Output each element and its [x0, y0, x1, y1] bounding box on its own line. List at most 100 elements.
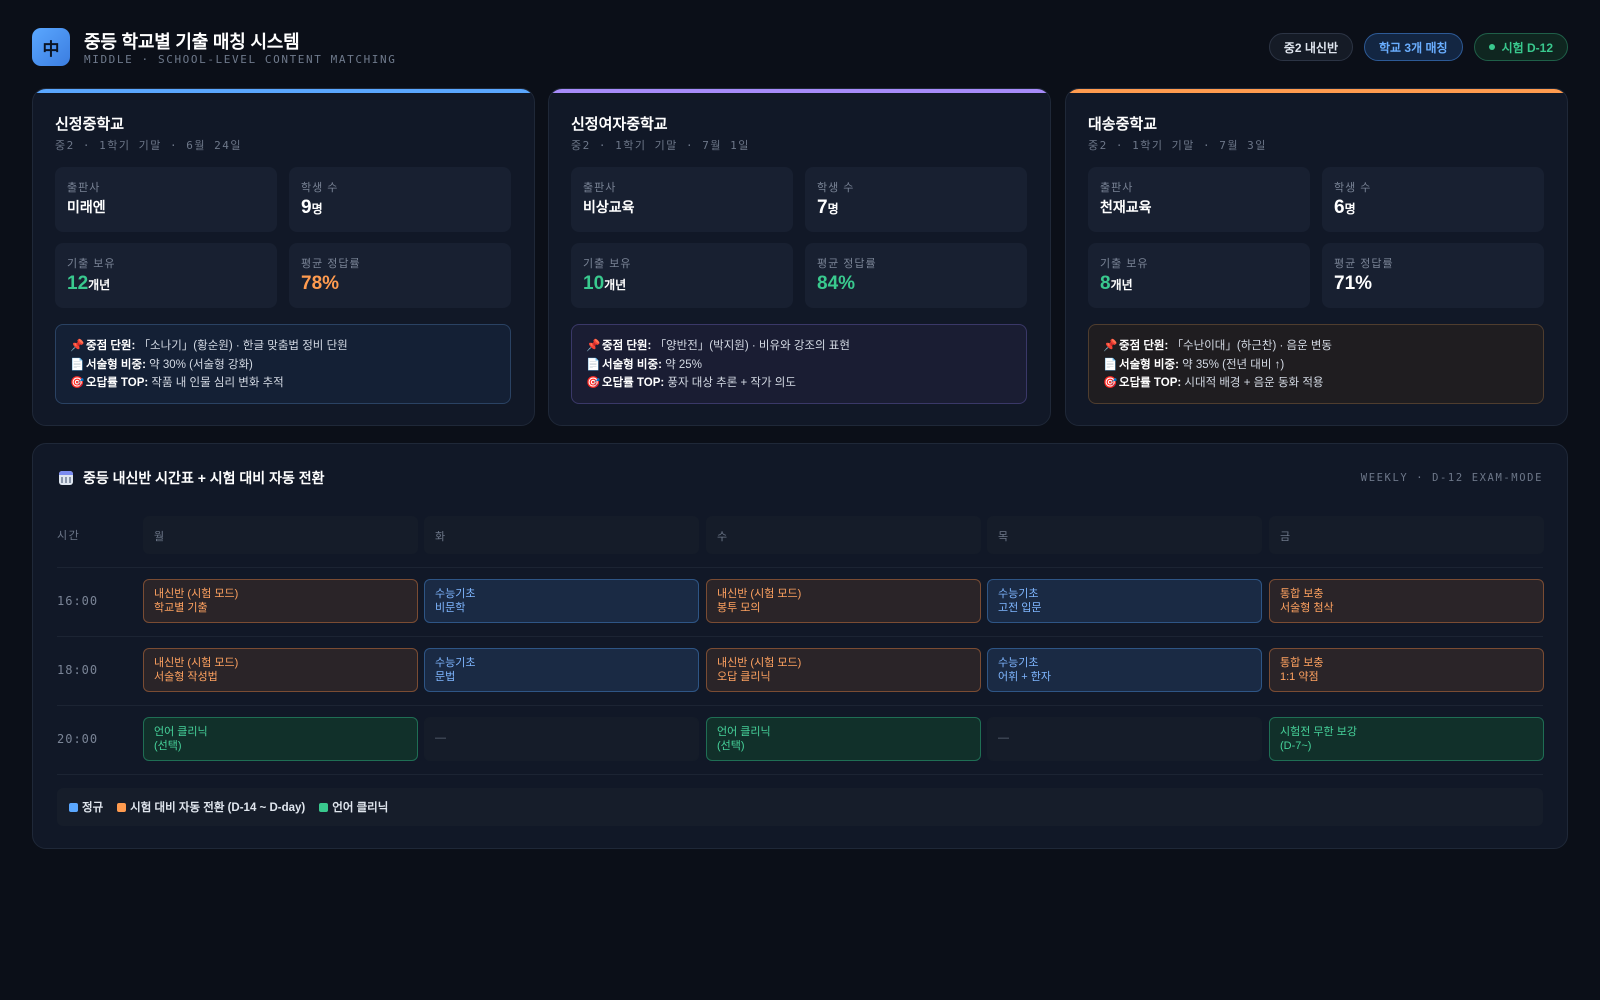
- past-exams-stat: 기출 보유 8개년: [1088, 243, 1310, 308]
- exam-meta: 중2 · 1학기 기말 · 6월 24일: [55, 139, 242, 152]
- class-slot-regular[interactable]: 수능기초 문법: [424, 648, 699, 692]
- exam-countdown-pill[interactable]: 시험 D-12: [1473, 33, 1568, 61]
- school-card[interactable]: 대송중학교 중2 · 1학기 기말 · 7월 3일 출판사 천재교육 학생 수 …: [1065, 88, 1568, 426]
- accuracy-unit: %: [322, 273, 340, 294]
- accuracy-stat: 평균 정답률 78%: [289, 243, 511, 308]
- class-slot-regular[interactable]: 수능기초 고전 입문: [987, 579, 1262, 623]
- stat-label: 학생 수: [817, 182, 855, 194]
- time-label: 16:00: [57, 594, 99, 608]
- stat-label: 출판사: [67, 182, 101, 194]
- accuracy-value: 71%: [1334, 273, 1372, 295]
- empty-slot: —: [987, 717, 1262, 761]
- day-header: 수: [706, 516, 981, 554]
- publisher-stat: 출판사 천재교육: [1088, 167, 1310, 232]
- class-slot-exam[interactable]: 통합 보충 서술형 첨삭: [1269, 579, 1544, 623]
- exam-meta: 중2 · 1학기 기말 · 7월 3일: [1088, 139, 1267, 152]
- slot-detail: 비문학: [435, 601, 466, 614]
- slot-detail: (선택): [717, 739, 745, 752]
- match-pill[interactable]: 학교 3개 매칭: [1364, 33, 1463, 61]
- slot-title: 내신반 (시험 모드): [717, 588, 802, 600]
- class-slot-clinic[interactable]: 언어 클리닉 (선택): [143, 717, 418, 761]
- timetable-panel: 중등 내신반 시간표 + 시험 대비 자동 전환 WEEKLY · D-12 E…: [32, 443, 1568, 849]
- slot-detail: (선택): [154, 739, 182, 752]
- class-slot-exam[interactable]: 통합 보충 1:1 약점: [1269, 648, 1544, 692]
- school-notes: 📌 중점 단원: 「양반전」(박지원) · 비유와 강조의 표현 📄 서술형 비중:…: [571, 324, 1027, 404]
- slot-detail: 고전 입문: [998, 601, 1042, 614]
- slot-detail: 오답 클리닉: [717, 670, 771, 683]
- wrong-text: 작품 내 인물 심리 변화 추적: [151, 377, 284, 389]
- focus-text: 「수난이대」(하근찬) · 음운 변동: [1171, 340, 1333, 352]
- status-pills: 중2 내신반 학교 3개 매칭 시험 D-12: [1268, 33, 1568, 61]
- school-cards: 신정중학교 중2 · 1학기 기말 · 6월 24일 출판사 미래엔 학생 수 …: [32, 88, 1568, 426]
- class-slot-exam[interactable]: 내신반 (시험 모드) 학교별 기출: [143, 579, 418, 623]
- stat-label: 기출 보유: [1100, 258, 1149, 270]
- timetable-legend: 정규 시험 대비 자동 전환 (D-14 ~ D-day) 언어 클리닉: [57, 788, 1543, 826]
- stat-label: 평균 정답률: [1334, 258, 1394, 270]
- app-header: 中 중등 학교별 기출 매칭 시스템 MIDDLE · SCHOOL-LEVEL…: [32, 28, 1568, 68]
- essay-text: 약 35% (전년 대비 ↑): [1182, 358, 1285, 371]
- accuracy-number: 84: [817, 273, 839, 294]
- class-slot-clinic[interactable]: 언어 클리닉 (선택): [706, 717, 981, 761]
- stat-label: 출판사: [583, 182, 617, 194]
- timetable-title: 중등 내신반 시간표 + 시험 대비 자동 전환: [59, 468, 324, 488]
- students-number: 6: [1334, 197, 1345, 218]
- slot-title: 통합 보충: [1280, 657, 1324, 669]
- accuracy-value: 84%: [817, 273, 855, 295]
- stat-label: 학생 수: [301, 182, 339, 194]
- legend-label: 정규: [82, 802, 104, 814]
- students-number: 7: [817, 197, 828, 218]
- essay-text: 약 30% (서술형 강화): [149, 358, 253, 371]
- essay-label: 서술형 비중:: [1119, 358, 1179, 371]
- publisher-value: 천재교육: [1100, 199, 1152, 215]
- stat-label: 기출 보유: [67, 258, 116, 270]
- stat-label: 출판사: [1100, 182, 1134, 194]
- day-header: 월: [143, 516, 418, 554]
- card-accent-bar: [33, 89, 534, 93]
- document-icon: 📄: [1103, 358, 1118, 371]
- slot-title: 통합 보충: [1280, 588, 1324, 600]
- legend-swatch: [69, 802, 78, 812]
- legend-item-clinic: 언어 클리닉: [319, 799, 388, 815]
- slot-detail: (D-7~): [1280, 739, 1312, 752]
- past-exams-value: 12개년: [67, 273, 110, 295]
- class-slot-exam[interactable]: 내신반 (시험 모드) 오답 클리닉: [706, 648, 981, 692]
- slot-detail: 서술형 첨삭: [1280, 601, 1334, 614]
- document-icon: 📄: [586, 358, 601, 371]
- students-value: 7명: [817, 197, 839, 219]
- students-stat: 학생 수 6명: [1322, 167, 1544, 232]
- class-slot-clinic[interactable]: 시험전 무한 보강 (D-7~): [1269, 717, 1544, 761]
- slot-detail: 1:1 약점: [1280, 670, 1319, 683]
- school-card[interactable]: 신정중학교 중2 · 1학기 기말 · 6월 24일 출판사 미래엔 학생 수 …: [32, 88, 535, 426]
- slot-title: 언어 클리닉: [717, 726, 771, 738]
- focus-label: 중점 단원:: [86, 340, 136, 352]
- publisher-value: 미래엔: [67, 199, 106, 215]
- time-label: 20:00: [57, 732, 99, 746]
- legend-label: 언어 클리닉: [332, 802, 389, 814]
- exam-pill-label: 시험 D-12: [1501, 40, 1553, 55]
- slot-detail: 봉투 모의: [717, 601, 761, 614]
- class-slot-regular[interactable]: 수능기초 어휘 + 한자: [987, 648, 1262, 692]
- class-slot-exam[interactable]: 내신반 (시험 모드) 서술형 작성법: [143, 648, 418, 692]
- match-pill-label: 학교 3개 매칭: [1379, 40, 1448, 55]
- slot-detail: 문법: [435, 670, 456, 683]
- class-slot-exam[interactable]: 내신반 (시험 모드) 봉투 모의: [706, 579, 981, 623]
- accuracy-unit: %: [1355, 273, 1373, 294]
- school-card[interactable]: 신정여자중학교 중2 · 1학기 기말 · 7월 1일 출판사 비상교육 학생 …: [548, 88, 1051, 426]
- row-divider: [57, 636, 1543, 637]
- school-notes: 📌 중점 단원: 「소나기」(황순원) · 한글 맞춤법 정비 단원 📄 서술형 비…: [55, 324, 511, 404]
- grade-pill-label: 중2 내신반: [1283, 40, 1339, 55]
- pin-icon: 📌: [70, 340, 85, 352]
- slot-title: 수능기초: [435, 588, 476, 600]
- school-name: 신정여자중학교: [571, 116, 668, 133]
- slot-detail: 어휘 + 한자: [998, 670, 1052, 683]
- time-label: 18:00: [57, 663, 99, 677]
- status-dot-icon: [1488, 44, 1495, 50]
- class-slot-regular[interactable]: 수능기초 비문학: [424, 579, 699, 623]
- students-number: 9: [301, 197, 312, 218]
- past-exams-unit: 개년: [1110, 278, 1133, 292]
- exam-meta: 중2 · 1학기 기말 · 7월 1일: [571, 139, 750, 152]
- legend-label: 시험 대비 자동 전환 (D-14 ~ D-day): [130, 802, 306, 814]
- page-title: 중등 학교별 기출 매칭 시스템: [84, 32, 300, 52]
- grade-pill[interactable]: 중2 내신반: [1268, 33, 1354, 61]
- day-header: 화: [424, 516, 699, 554]
